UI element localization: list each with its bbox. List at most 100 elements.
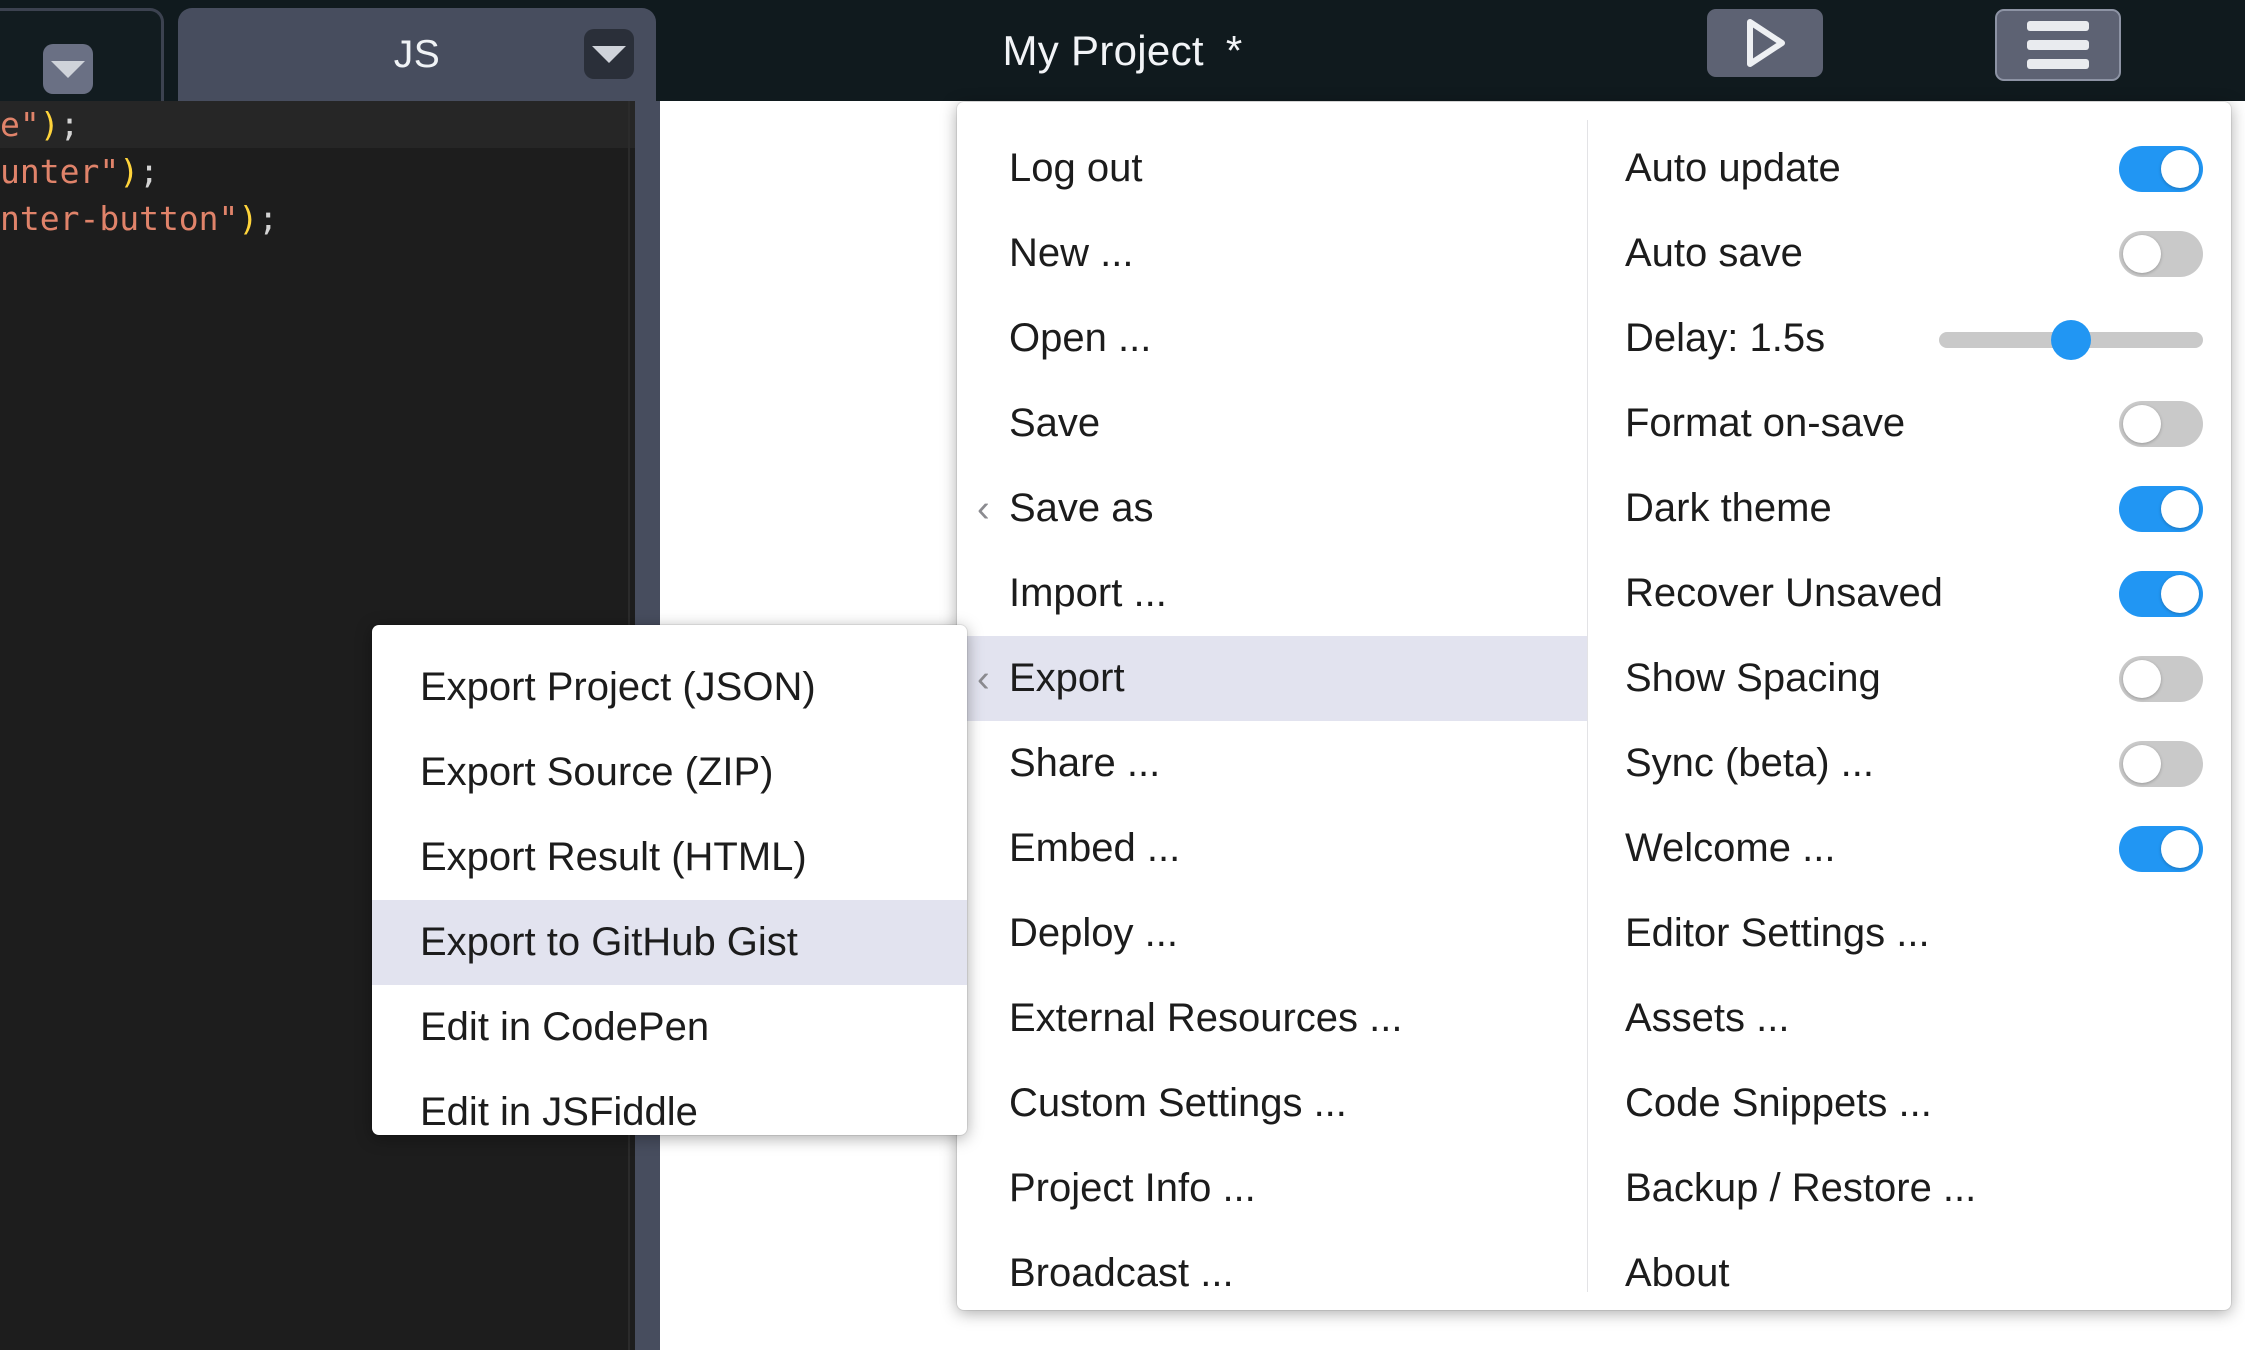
play-icon [1747,19,1785,67]
toggle-knob [2123,744,2161,783]
menu-item-label: Save [1009,401,1101,445]
menu-item-label: Export [1009,656,1125,700]
menu-item-log-out[interactable]: Log out [957,126,1587,211]
menu-item-about[interactable]: About [1587,1231,2231,1316]
menu-item-show-spacing[interactable]: Show Spacing [1587,636,2231,721]
toggle-switch[interactable] [2119,485,2203,532]
menu-item-embed[interactable]: Embed ... [957,806,1587,891]
menu-item-dark-theme[interactable]: Dark theme [1587,466,2231,551]
code-token: ; [139,152,159,191]
toggle-knob [2161,149,2199,188]
code-token: ) [119,152,140,191]
menu-item-label: Welcome ... [1625,826,1836,870]
code-token: nter-button" [0,199,239,238]
menu-item-editor-settings[interactable]: Editor Settings ... [1587,891,2231,976]
main-menu-left-column: Log out New ... Open ... Save ‹ Save as Import… [957,102,1587,1310]
menu-item-label: Export Project (JSON) [420,665,816,709]
toggle-switch[interactable] [2119,655,2203,702]
app-root: e"); unter"); nter-button"); JS My Project… [0,0,2245,1350]
chevron-down-icon[interactable] [43,44,93,94]
menu-item-label: Edit in JSFiddle [420,1090,698,1134]
code-token: ; [258,199,279,238]
menu-item-label: Recover Unsaved [1625,571,1943,615]
menu-item-label: Code Snippets ... [1625,1081,1932,1125]
slider-thumb[interactable] [2051,319,2091,360]
toggle-switch[interactable] [2119,230,2203,277]
menu-item-broadcast[interactable]: Broadcast ... [957,1231,1587,1316]
menu-item-label: Delay: 1.5s [1625,316,1826,360]
menu-item-auto-update[interactable]: Auto update [1587,126,2231,211]
editor-tab-inactive[interactable] [0,8,164,101]
menu-item-export-project-json[interactable]: Export Project (JSON) [372,645,967,730]
run-button[interactable] [1707,9,1823,77]
menu-item-label: Log out [1009,146,1143,190]
menu-item-label: Editor Settings ... [1625,911,1930,955]
menu-item-custom-settings[interactable]: Custom Settings ... [957,1061,1587,1146]
menu-item-label: Save as [1009,486,1154,530]
editor-tab-label: JS [393,32,441,76]
code-token: ) [238,199,259,238]
menu-item-import[interactable]: Import ... [957,551,1587,636]
hamburger-menu-icon [2027,12,2089,78]
menu-item-export-result-html[interactable]: Export Result (HTML) [372,815,967,900]
menu-item-export-to-github-gist[interactable]: Export to GitHub Gist [372,900,967,985]
menu-item-recover-unsaved[interactable]: Recover Unsaved [1587,551,2231,636]
menu-item-export[interactable]: ‹ Export [957,636,1587,721]
menu-item-sync-beta[interactable]: Sync (beta) ... [1587,721,2231,806]
unsaved-marker: * [1225,26,1243,74]
menu-item-save-as[interactable]: ‹ Save as [957,466,1587,551]
menu-item-label: Import ... [1009,571,1167,615]
menu-item-deploy[interactable]: Deploy ... [957,891,1587,976]
menu-item-share[interactable]: Share ... [957,721,1587,806]
menu-item-project-info[interactable]: Project Info ... [957,1146,1587,1231]
menu-item-welcome[interactable]: Welcome ... [1587,806,2231,891]
chevron-down-icon[interactable] [584,29,634,79]
menu-item-format-on-save[interactable]: Format on-save [1587,381,2231,466]
menu-item-label: Share ... [1009,741,1161,785]
menu-item-new[interactable]: New ... [957,211,1587,296]
toggle-switch[interactable] [2119,145,2203,192]
menu-item-edit-in-jsfiddle[interactable]: Edit in JSFiddle [372,1070,967,1155]
menu-item-label: Show Spacing [1625,656,1881,700]
menu-item-save[interactable]: Save [957,381,1587,466]
main-menu-right-column: Auto update Auto save Delay: 1.5s Format on… [1587,102,2231,1310]
editor-tab-js[interactable]: JS [178,8,656,101]
menu-item-external-resources[interactable]: External Resources ... [957,976,1587,1061]
code-token: e" [0,105,40,144]
menu-item-assets[interactable]: Assets ... [1587,976,2231,1061]
main-menu-button[interactable] [1995,9,2121,81]
menu-item-label: Export to GitHub Gist [420,920,798,964]
toggle-switch[interactable] [2119,400,2203,447]
menu-item-label: Deploy ... [1009,911,1178,955]
menu-item-label: Embed ... [1009,826,1181,870]
menu-item-edit-in-codepen[interactable]: Edit in CodePen [372,985,967,1070]
menu-item-label: External Resources ... [1009,996,1403,1040]
menu-item-backup-restore[interactable]: Backup / Restore ... [1587,1146,2231,1231]
toggle-switch[interactable] [2119,825,2203,872]
toggle-knob [2161,574,2199,613]
menu-item-label: Assets ... [1625,996,1790,1040]
menu-item-label: Dark theme [1625,486,1832,530]
project-title-text: My Project [1002,26,1204,74]
menu-item-export-source-zip[interactable]: Export Source (ZIP) [372,730,967,815]
menu-item-label: Sync (beta) ... [1625,741,1874,785]
export-submenu-panel: Export Project (JSON) Export Source (ZIP)… [372,625,967,1135]
menu-item-auto-save[interactable]: Auto save [1587,211,2231,296]
code-line: nter-button"); [0,195,635,242]
menu-item-label: Custom Settings ... [1009,1081,1347,1125]
code-token: ; [59,105,80,144]
menu-item-open[interactable]: Open ... [957,296,1587,381]
menu-item-label: Format on-save [1625,401,1906,445]
menu-item-label: Edit in CodePen [420,1005,710,1049]
menu-item-delay-1-5s[interactable]: Delay: 1.5s [1587,296,2231,381]
top-bar: JS My Project * [0,0,2245,101]
menu-item-code-snippets[interactable]: Code Snippets ... [1587,1061,2231,1146]
toggle-switch[interactable] [2119,740,2203,787]
menu-item-label: Broadcast ... [1009,1251,1234,1295]
toggle-knob [2161,489,2199,528]
delay-slider[interactable] [1939,316,2203,362]
menu-item-label: About [1625,1251,1730,1295]
toggle-knob [2123,234,2161,273]
toggle-knob [2161,829,2199,868]
toggle-switch[interactable] [2119,570,2203,617]
